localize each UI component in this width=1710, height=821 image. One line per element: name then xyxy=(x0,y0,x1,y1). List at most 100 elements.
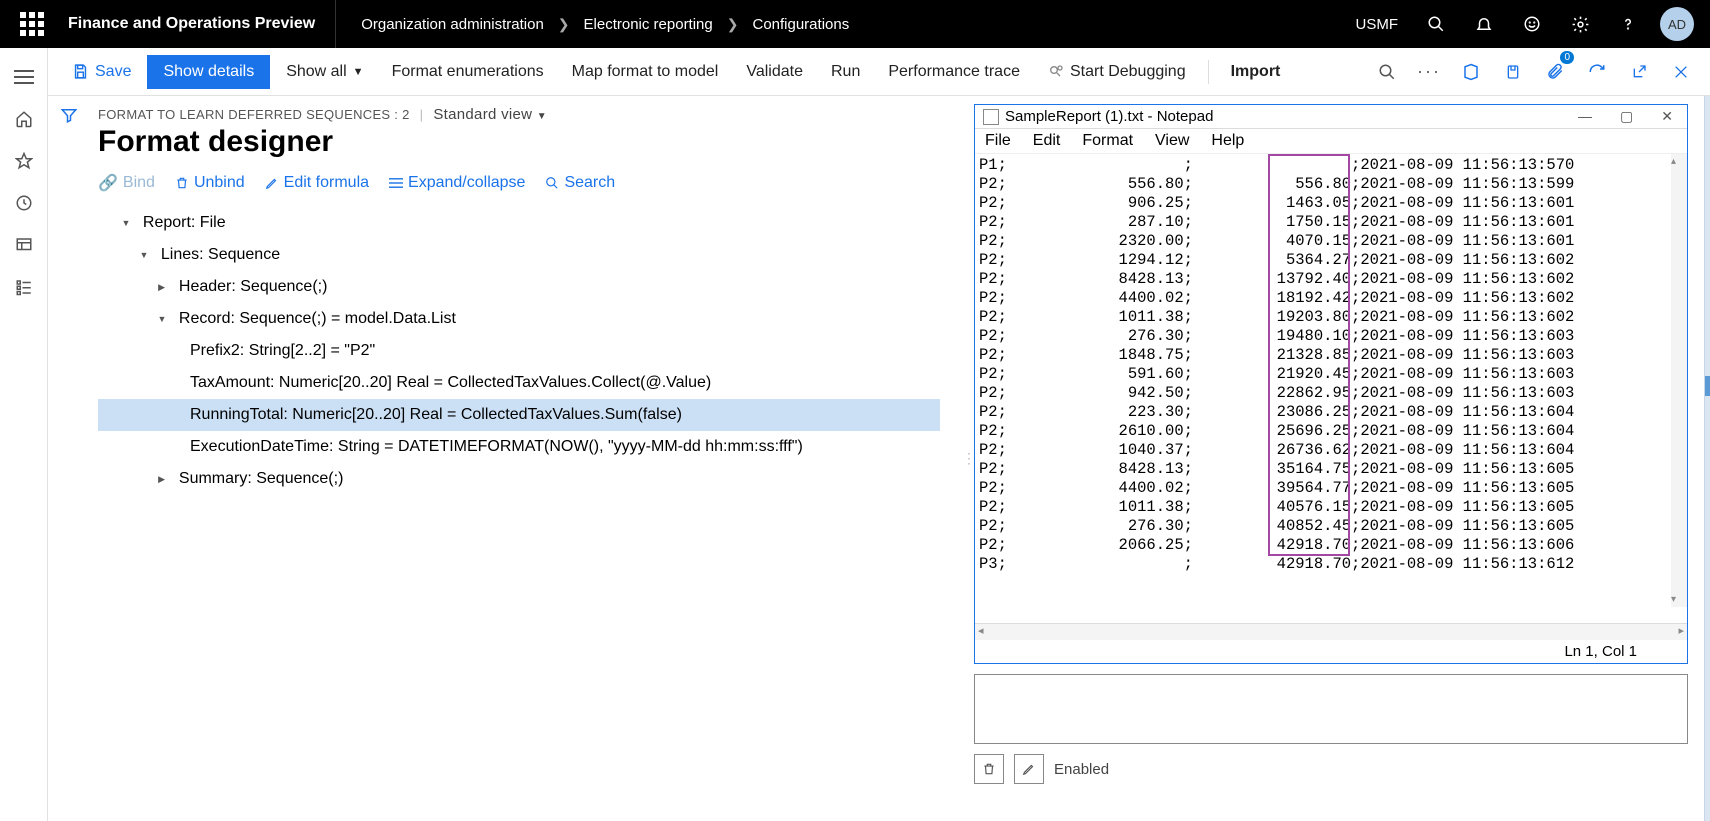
attachments-count-button[interactable]: 0 xyxy=(1538,55,1572,89)
unbind-label: Unbind xyxy=(194,174,245,192)
notepad-window: SampleReport (1).txt - Notepad — ▢ ✕ Fil… xyxy=(974,104,1688,664)
close-icon[interactable]: ✕ xyxy=(1661,108,1673,125)
search-button[interactable]: Search xyxy=(545,174,615,192)
topbar-right: USMF AD xyxy=(1342,0,1703,48)
action-toolbar: Save Show details Show all ▼ Format enum… xyxy=(48,48,1710,96)
view-selector[interactable]: Standard view ▼ xyxy=(433,106,547,123)
start-debugging-button[interactable]: Start Debugging xyxy=(1036,57,1198,87)
show-all-label: Show all xyxy=(286,63,346,81)
view-label: Standard view xyxy=(433,106,532,123)
menu-file[interactable]: File xyxy=(985,132,1011,150)
format-enumerations-button[interactable]: Format enumerations xyxy=(380,57,556,87)
edit-button[interactable] xyxy=(1014,754,1044,784)
vertical-scrollbar[interactable]: ▴▾ xyxy=(1671,154,1687,607)
tree-node-executiondatetime[interactable]: ExecutionDateTime: String = DATETIMEFORM… xyxy=(98,431,940,463)
caret-icon[interactable] xyxy=(154,464,170,494)
home-icon[interactable] xyxy=(0,98,48,140)
enabled-row: Enabled xyxy=(974,754,1688,784)
breadcrumb-item[interactable]: Electronic reporting xyxy=(584,16,713,33)
caret-icon[interactable] xyxy=(154,272,170,302)
feedback-icon[interactable] xyxy=(1508,0,1556,48)
tree-node-lines[interactable]: Lines: Sequence xyxy=(98,239,940,271)
filter-icon[interactable] xyxy=(60,106,78,821)
format-tree[interactable]: Report: File Lines: Sequence Header: Seq… xyxy=(98,207,940,495)
modules-icon[interactable] xyxy=(0,266,48,308)
favorite-icon[interactable] xyxy=(0,140,48,182)
notepad-titlebar[interactable]: SampleReport (1).txt - Notepad — ▢ ✕ xyxy=(975,105,1687,129)
popout-icon[interactable] xyxy=(1622,55,1656,89)
chevron-right-icon: ❯ xyxy=(558,16,570,33)
tree-node-header[interactable]: Header: Sequence(;) xyxy=(98,271,940,303)
validate-button[interactable]: Validate xyxy=(734,57,815,87)
tree-node-record[interactable]: Record: Sequence(;) = model.Data.List xyxy=(98,303,940,335)
bind-button[interactable]: 🔗 Bind xyxy=(98,173,155,193)
show-all-button[interactable]: Show all ▼ xyxy=(274,57,375,87)
search-icon[interactable] xyxy=(1370,55,1404,89)
page-context-line: FORMAT TO LEARN DEFERRED SEQUENCES : 2 |… xyxy=(98,106,940,123)
unbind-button[interactable]: Unbind xyxy=(175,174,245,192)
node-label: Lines: Sequence xyxy=(161,240,280,270)
caret-icon[interactable] xyxy=(118,208,134,238)
minimize-icon[interactable]: — xyxy=(1578,108,1592,125)
more-icon[interactable]: ··· xyxy=(1412,55,1446,89)
tree-node-taxamount[interactable]: TaxAmount: Numeric[20..20] Real = Collec… xyxy=(98,367,940,399)
tree-node-prefix2[interactable]: Prefix2: String[2..2] = "P2" xyxy=(98,335,940,367)
map-format-button[interactable]: Map format to model xyxy=(560,57,731,87)
menu-help[interactable]: Help xyxy=(1211,132,1244,150)
maximize-icon[interactable]: ▢ xyxy=(1620,108,1633,125)
caret-icon[interactable] xyxy=(136,240,152,270)
breadcrumb-item[interactable]: Organization administration xyxy=(361,16,544,33)
description-textarea[interactable] xyxy=(974,674,1688,744)
app-launcher-button[interactable] xyxy=(8,0,56,48)
avatar[interactable]: AD xyxy=(1660,7,1694,41)
node-label: TaxAmount: Numeric[20..20] Real = Collec… xyxy=(190,368,711,398)
close-icon[interactable] xyxy=(1664,55,1698,89)
search-icon[interactable] xyxy=(1412,0,1460,48)
menu-view[interactable]: View xyxy=(1155,132,1189,150)
caret-icon[interactable] xyxy=(154,304,170,334)
bind-label: Bind xyxy=(123,174,155,192)
breadcrumb: Organization administration ❯ Electronic… xyxy=(336,16,849,33)
delete-button[interactable] xyxy=(974,754,1004,784)
chevron-down-icon: ▼ xyxy=(537,111,547,122)
left-pane: FORMAT TO LEARN DEFERRED SEQUENCES : 2 |… xyxy=(90,96,964,821)
document-icon xyxy=(983,109,999,125)
search-icon xyxy=(545,176,559,190)
list-icon xyxy=(389,177,403,189)
show-details-button[interactable]: Show details xyxy=(147,55,270,89)
right-scroll-indicator[interactable] xyxy=(1704,96,1710,821)
expand-collapse-button[interactable]: Expand/collapse xyxy=(389,174,525,192)
run-button[interactable]: Run xyxy=(819,57,872,87)
tree-node-summary[interactable]: Summary: Sequence(;) xyxy=(98,463,940,495)
legal-entity[interactable]: USMF xyxy=(1342,16,1413,33)
attach-icon[interactable] xyxy=(1496,55,1530,89)
office-icon[interactable] xyxy=(1454,55,1488,89)
import-button[interactable]: Import xyxy=(1219,57,1293,87)
splitter-handle[interactable]: ⋮ xyxy=(964,96,974,821)
mini-toolbar: 🔗 Bind Unbind Edit formula Expand/collaps… xyxy=(98,173,940,193)
performance-trace-button[interactable]: Performance trace xyxy=(876,57,1032,87)
menu-edit[interactable]: Edit xyxy=(1033,132,1061,150)
save-button[interactable]: Save xyxy=(60,57,143,87)
cursor-position: Ln 1, Col 1 xyxy=(1564,643,1677,660)
menu-toggle-button[interactable] xyxy=(0,56,48,98)
breadcrumb-item[interactable]: Configurations xyxy=(752,16,849,33)
edit-formula-button[interactable]: Edit formula xyxy=(265,174,369,192)
notepad-menubar: File Edit Format View Help xyxy=(975,129,1687,154)
help-icon[interactable] xyxy=(1604,0,1652,48)
recent-icon[interactable] xyxy=(0,182,48,224)
refresh-icon[interactable] xyxy=(1580,55,1614,89)
gear-icon[interactable] xyxy=(1556,0,1604,48)
sidebar xyxy=(0,48,48,821)
tree-node-report[interactable]: Report: File xyxy=(98,207,940,239)
top-bar: Finance and Operations Preview Organizat… xyxy=(0,0,1710,48)
bell-icon[interactable] xyxy=(1460,0,1508,48)
tree-node-runningtotal[interactable]: RunningTotal: Numeric[20..20] Real = Col… xyxy=(98,399,940,431)
notepad-body[interactable]: P1; ; ;2021-08-09 11:56:13:570 P2; 556.8… xyxy=(975,154,1687,624)
separator: | xyxy=(420,107,424,122)
main-area: Save Show details Show all ▼ Format enum… xyxy=(0,48,1710,821)
link-icon: 🔗 xyxy=(98,173,118,193)
menu-format[interactable]: Format xyxy=(1082,132,1133,150)
workspace-icon[interactable] xyxy=(0,224,48,266)
horizontal-scrollbar[interactable]: ◂▸ xyxy=(975,624,1687,640)
